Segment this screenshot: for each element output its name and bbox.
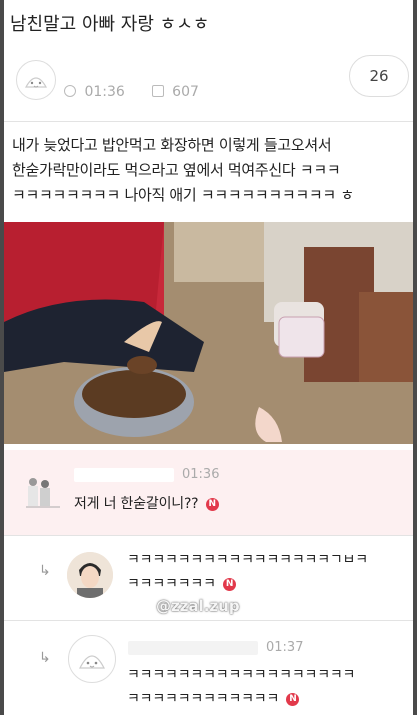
post-views: 607 (172, 84, 199, 100)
reply-arrow-icon: ↳ (39, 563, 51, 579)
author-avatar-image (18, 62, 54, 98)
comment-author-avatar[interactable] (26, 476, 60, 510)
post-meta-row: 01:36 607 (64, 84, 199, 100)
reply-author-avatar-image (67, 552, 113, 598)
new-badge-icon: N (286, 692, 300, 706)
new-badge-icon: N (223, 577, 237, 591)
reply-arrow-icon: ↳ (39, 650, 51, 666)
comment-text-body: 저게 너 한숟갈이니?? (74, 496, 199, 512)
comment-item: 01:36 저게 너 한숟갈이니?? N (4, 450, 413, 535)
divider (4, 121, 413, 122)
post-body-line: 한숟가락만이라도 먹으라고 옆에서 먹여주신다 ㅋㅋㅋ (12, 161, 341, 179)
reply-text-line-content: ㅋㅋㅋㅋㅋㅋㅋ (127, 576, 216, 592)
post-body: 내가 늦었다고 밥안먹고 화장하면 이렇게 들고오셔서 한숟가락만이라도 먹으라… (12, 133, 412, 208)
watermark: @zzal.zup (156, 597, 240, 615)
reply-author-avatar[interactable] (68, 635, 116, 683)
reply-text-line: ㅋㅋㅋㅋㅋㅋㅋㅋㅋㅋㅋㅋㅋㅋㅋㅋㅋㅋ (127, 667, 356, 683)
app-frame: 남친말고 아빠 자랑 ㅎㅅㅎ 01:36 607 26 내가 늦었다고 밥안먹고… (4, 0, 413, 715)
reply-text: ㅋㅋㅋㅋㅋㅋㅋㅋㅋㅋㅋㅋㅋㅋㅋㅋㅋㅋ ㅋㅋㅋㅋㅋㅋㅋㅋㅋㅋㅋㅋ N (127, 663, 407, 711)
new-badge-icon: N (205, 497, 219, 511)
comment-time: 01:36 (182, 467, 220, 482)
post-body-line: 내가 늦었다고 밥안먹고 화장하면 이렇게 들고오셔서 (12, 136, 332, 154)
reply-author-avatar[interactable] (67, 552, 113, 598)
comment-text: 저게 너 한숟갈이니?? N (74, 492, 219, 516)
post-photo-illustration (4, 222, 413, 444)
post-time: 01:36 (84, 84, 125, 100)
reply-author-avatar-image (79, 655, 105, 669)
reply-text-line-content: ㅋㅋㅋㅋㅋㅋㅋㅋㅋㅋㅋㅋ (127, 691, 280, 707)
post-photo (4, 222, 413, 444)
post-body-line: ㅋㅋㅋㅋㅋㅋㅋㅋ 나아직 애기 ㅋㅋㅋㅋㅋㅋㅋㅋㅋㅋ ㅎ (12, 186, 354, 204)
comment-author-redacted (128, 641, 258, 655)
comment-author-redacted (74, 468, 174, 482)
reply-text-line: ㅋㅋㅋㅋㅋㅋㅋㅋㅋㅋㅋㅋㅋㅋㅋㅋㄱㅂㅋ (127, 552, 368, 568)
reply-text-line: ㅋㅋㅋㅋㅋㅋㅋ N (127, 572, 407, 596)
reply-text-line: ㅋㅋㅋㅋㅋㅋㅋㅋㅋㅋㅋㅋ N (127, 687, 407, 711)
reply-comment-item: 01:37 ↳ ㅋㅋㅋㅋㅋㅋㅋㅋㅋㅋㅋㅋㅋㅋㅋㅋㅋㅋ ㅋㅋㅋㅋㅋㅋㅋㅋㅋㅋㅋㅋ … (4, 621, 413, 715)
post-meta: 01:36 607 26 (4, 55, 413, 121)
comment-author-avatar-image (26, 478, 60, 508)
post-title: 남친말고 아빠 자랑 ㅎㅅㅎ (10, 14, 210, 35)
views-icon (151, 85, 164, 97)
author-avatar[interactable] (16, 60, 56, 100)
clock-icon (64, 85, 76, 97)
comment-time: 01:37 (266, 640, 304, 655)
comment-count-bubble[interactable]: 26 (349, 55, 409, 97)
reply-text: ㅋㅋㅋㅋㅋㅋㅋㅋㅋㅋㅋㅋㅋㅋㅋㅋㄱㅂㅋ ㅋㅋㅋㅋㅋㅋㅋ N (127, 548, 407, 596)
